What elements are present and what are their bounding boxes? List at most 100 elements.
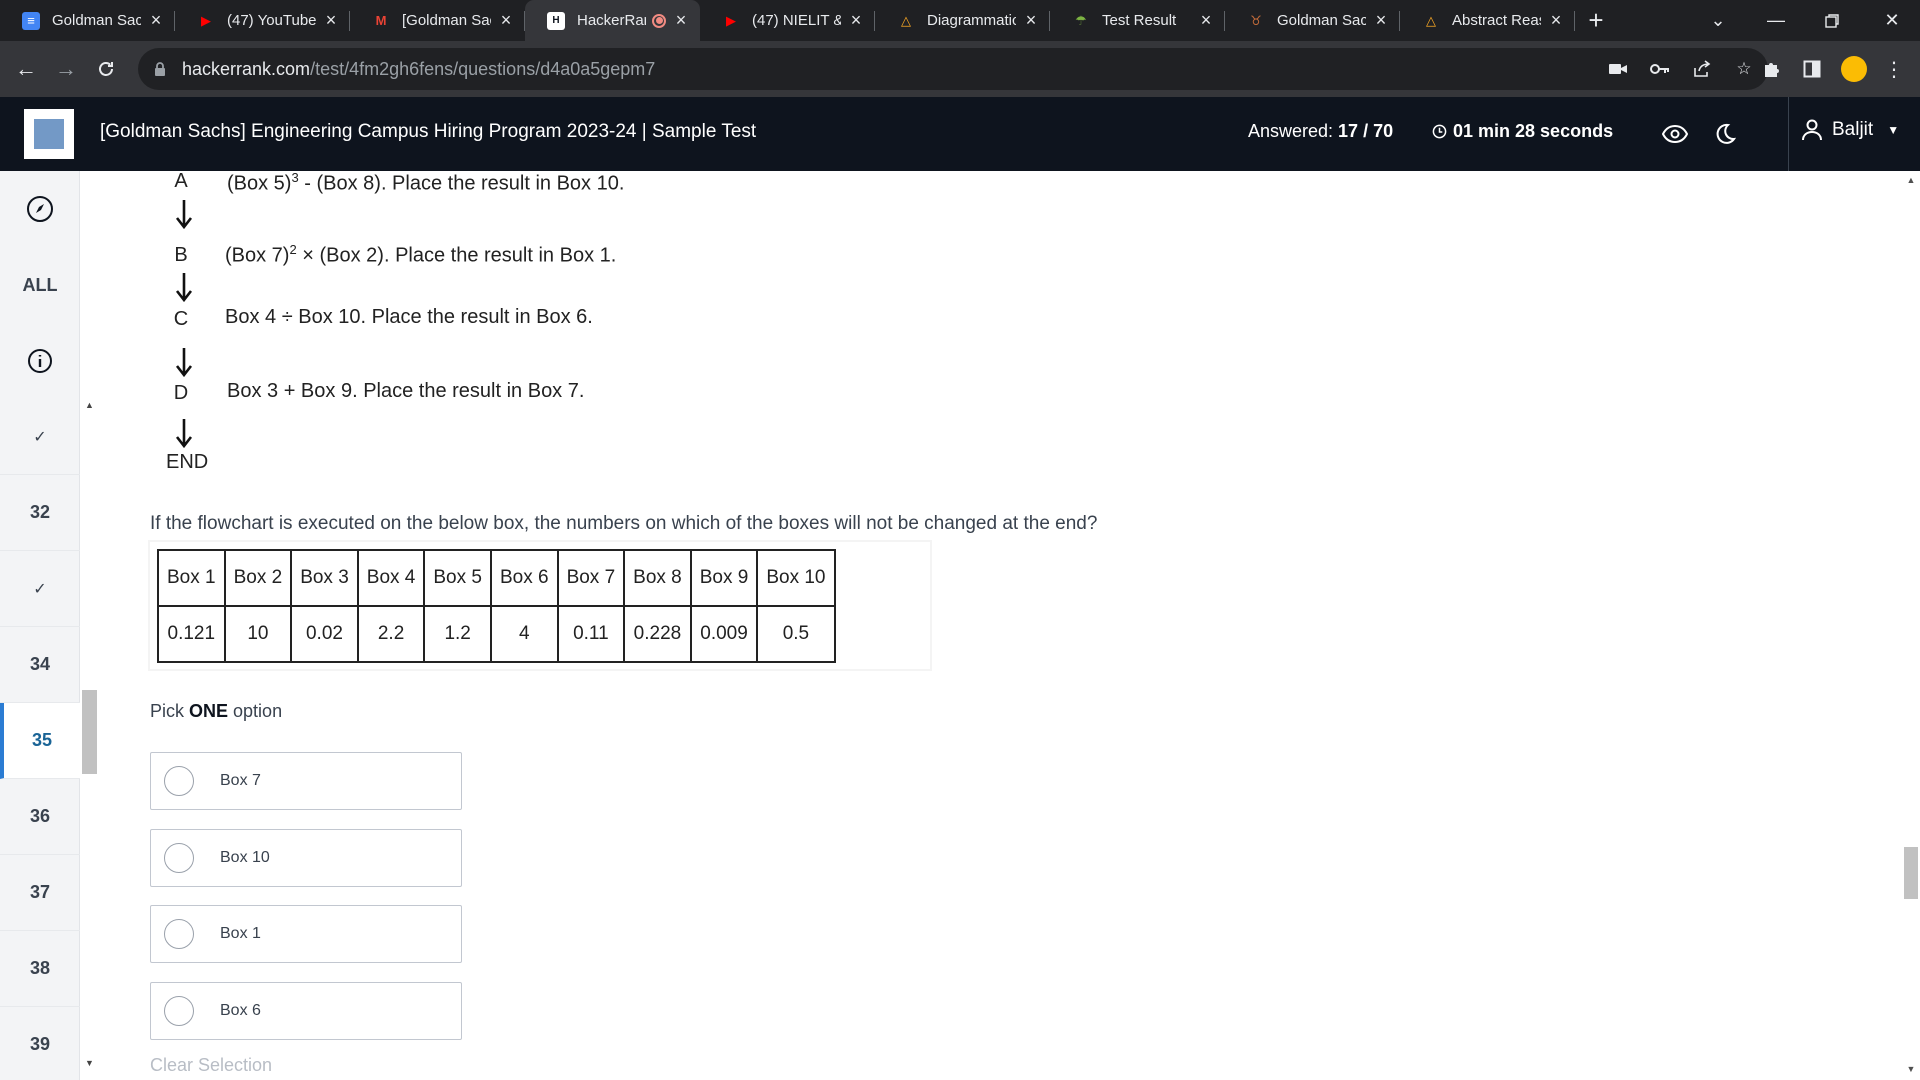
extensions-puzzle-icon[interactable] bbox=[1756, 53, 1788, 85]
dark-mode-moon-icon[interactable] bbox=[1710, 119, 1740, 149]
option-label: Box 6 bbox=[220, 1001, 261, 1019]
radio-button[interactable] bbox=[164, 995, 194, 1026]
tab-close-icon[interactable]: × bbox=[1022, 10, 1040, 31]
tab-close-icon[interactable]: × bbox=[322, 10, 340, 31]
share-icon[interactable] bbox=[1692, 59, 1712, 79]
table-header-cell: Box 9 bbox=[689, 549, 759, 607]
table-row: 0.121 10 0.02 2.2 1.2 4 0.11 0.228 0.009 0.5 bbox=[157, 605, 836, 663]
browser-tab[interactable]: ♉ Goldman Sachs × bbox=[1225, 0, 1400, 41]
tab-close-icon[interactable]: × bbox=[672, 10, 690, 31]
sidenav-scrollbar[interactable]: ▲ ▼ bbox=[81, 400, 98, 1068]
compass-icon[interactable] bbox=[0, 171, 80, 247]
step-description: (Box 5)3 - (Box 8). Place the result in … bbox=[227, 171, 625, 195]
reload-button[interactable] bbox=[90, 53, 122, 85]
checkmark-icon: ✓ bbox=[33, 428, 47, 446]
browser-tab[interactable]: ▶ (47) NIELIT & × bbox=[700, 0, 875, 41]
answered-count: Answered: 17 / 70 bbox=[1248, 121, 1394, 141]
page-scroll-thumb[interactable] bbox=[1904, 847, 1918, 899]
browser-tab[interactable]: △ Diagrammatic × bbox=[875, 0, 1050, 41]
tab-close-icon[interactable]: × bbox=[497, 10, 515, 31]
flowchart-step: C Box 4 ÷ Box 10. Place the result in Box… bbox=[150, 306, 654, 336]
user-menu[interactable]: Baljit ▼ bbox=[1802, 119, 1899, 141]
question-text: If the flowchart is executed on the belo… bbox=[150, 513, 1098, 534]
browser-tab[interactable]: △ Abstract Reasoning × bbox=[1400, 0, 1575, 41]
tab-search-icon[interactable]: ⌄ bbox=[1690, 0, 1746, 41]
close-window-button[interactable]: ✕ bbox=[1864, 0, 1920, 41]
tab-title: Goldman Sachs bbox=[1277, 12, 1366, 29]
key-icon[interactable] bbox=[1650, 59, 1670, 79]
question-sidenav: ALL ✓ 32 ✓ 34 35 36 37 38 39 bbox=[0, 171, 80, 1080]
question-nav-item[interactable]: 39 bbox=[0, 1007, 80, 1080]
tab-title: [Goldman Sachs] bbox=[402, 12, 491, 29]
profile-avatar[interactable] bbox=[1838, 53, 1870, 85]
tab-close-icon[interactable]: × bbox=[1372, 10, 1390, 31]
recording-icon bbox=[652, 13, 666, 28]
sidenav-scroll-thumb[interactable] bbox=[82, 690, 97, 774]
browser-tab[interactable]: ▶ (47) YouTube × bbox=[175, 0, 350, 41]
table-cell: 2.2 bbox=[356, 605, 426, 663]
answer-option[interactable]: Box 7 bbox=[150, 752, 462, 810]
browser-tab[interactable]: ≡ Goldman Sachs × bbox=[0, 0, 175, 41]
browser-tab-strip: ≡ Goldman Sachs × ▶ (47) YouTube × M [Goldman S… bbox=[0, 0, 1920, 41]
new-tab-button[interactable]: + bbox=[1575, 0, 1617, 41]
clear-selection-button[interactable]: Clear Selection bbox=[150, 1055, 272, 1076]
minimize-button[interactable]: — bbox=[1748, 0, 1804, 41]
question-nav-answered[interactable]: ✓ bbox=[0, 551, 80, 627]
scroll-up-arrow-icon[interactable]: ▲ bbox=[81, 400, 98, 410]
question-nav-item[interactable]: 36 bbox=[0, 779, 80, 855]
page-scroll-down-icon[interactable]: ▼ bbox=[1902, 1064, 1920, 1074]
question-nav-item[interactable]: 35 bbox=[0, 703, 80, 779]
bookmark-star-icon[interactable]: ☆ bbox=[1734, 59, 1754, 79]
clock-icon bbox=[1432, 124, 1447, 139]
radio-button[interactable] bbox=[164, 766, 194, 796]
question-nav-item[interactable]: 38 bbox=[0, 931, 80, 1007]
page-scroll-up-icon[interactable]: ▲ bbox=[1902, 175, 1920, 185]
table-header-cell: Box 3 bbox=[290, 549, 359, 607]
browser-tab[interactable]: ☂ Test Result × bbox=[1050, 0, 1225, 41]
answer-option[interactable]: Box 1 bbox=[150, 905, 462, 963]
mascot-icon: ♉ bbox=[1250, 12, 1262, 28]
forward-button[interactable]: → bbox=[50, 53, 82, 85]
radio-button[interactable] bbox=[164, 842, 194, 873]
step-letter: C bbox=[173, 308, 189, 330]
table-header-cell: Box 7 bbox=[556, 549, 626, 607]
box-table-image: Box 1 Box 2 Box 3 Box 4 Box 5 Box 6 Box 7 Box 8… bbox=[150, 542, 930, 669]
tab-title: (47) NIELIT & bbox=[752, 12, 841, 29]
browser-tab[interactable]: H HackerRank × bbox=[525, 0, 700, 41]
table-cell: 0.5 bbox=[756, 605, 836, 663]
eye-icon[interactable] bbox=[1660, 119, 1690, 149]
answer-option[interactable]: Box 6 bbox=[150, 981, 462, 1040]
table-cell: 0.121 bbox=[157, 605, 226, 663]
tab-title: Goldman Sachs bbox=[52, 12, 141, 29]
browser-tab[interactable]: M [Goldman Sachs] × bbox=[350, 0, 525, 41]
tab-close-icon[interactable]: × bbox=[1547, 10, 1565, 31]
address-bar[interactable]: hackerrank.com/test/4fm2gh6fens/question… bbox=[138, 48, 1768, 90]
restore-button[interactable] bbox=[1804, 0, 1860, 41]
question-nav-item[interactable]: 34 bbox=[0, 627, 80, 703]
radio-button[interactable] bbox=[164, 919, 194, 949]
flowchart-step: D Box 3 + Box 9. Place the result in Box … bbox=[150, 380, 654, 410]
side-panel-icon[interactable] bbox=[1796, 53, 1828, 85]
docs-icon: ≡ bbox=[22, 11, 40, 30]
camera-icon[interactable] bbox=[1608, 59, 1628, 79]
back-button[interactable]: ← bbox=[10, 53, 42, 85]
tab-close-icon[interactable]: × bbox=[847, 10, 865, 31]
caret-down-icon: ▼ bbox=[1887, 123, 1900, 137]
all-questions-button[interactable]: ALL bbox=[0, 247, 80, 323]
browser-menu-icon[interactable]: ⋮ bbox=[1878, 53, 1910, 85]
step-description: Box 4 ÷ Box 10. Place the result in Box … bbox=[225, 306, 593, 328]
question-nav-item[interactable]: 32 bbox=[0, 475, 80, 551]
page-scrollbar[interactable]: ▲ ▼ bbox=[1902, 171, 1920, 1080]
tab-close-icon[interactable]: × bbox=[147, 10, 165, 31]
lock-icon bbox=[155, 62, 165, 76]
table-header-row: Box 1 Box 2 Box 3 Box 4 Box 5 Box 6 Box 7 Box 8… bbox=[157, 549, 836, 607]
question-content: A (Box 5)3 - (Box 8). Place the result in… bbox=[98, 171, 1902, 1080]
question-nav-answered[interactable]: ✓ bbox=[0, 399, 80, 475]
question-nav-item[interactable]: 37 bbox=[0, 855, 80, 931]
info-icon[interactable] bbox=[0, 323, 80, 399]
scroll-down-arrow-icon[interactable]: ▼ bbox=[81, 1058, 98, 1068]
tab-close-icon[interactable]: × bbox=[1197, 10, 1215, 31]
answer-option[interactable]: Box 10 bbox=[150, 828, 462, 887]
step-description: (Box 7)2 × (Box 2). Place the result in … bbox=[225, 242, 617, 267]
option-label: Box 1 bbox=[220, 925, 261, 942]
